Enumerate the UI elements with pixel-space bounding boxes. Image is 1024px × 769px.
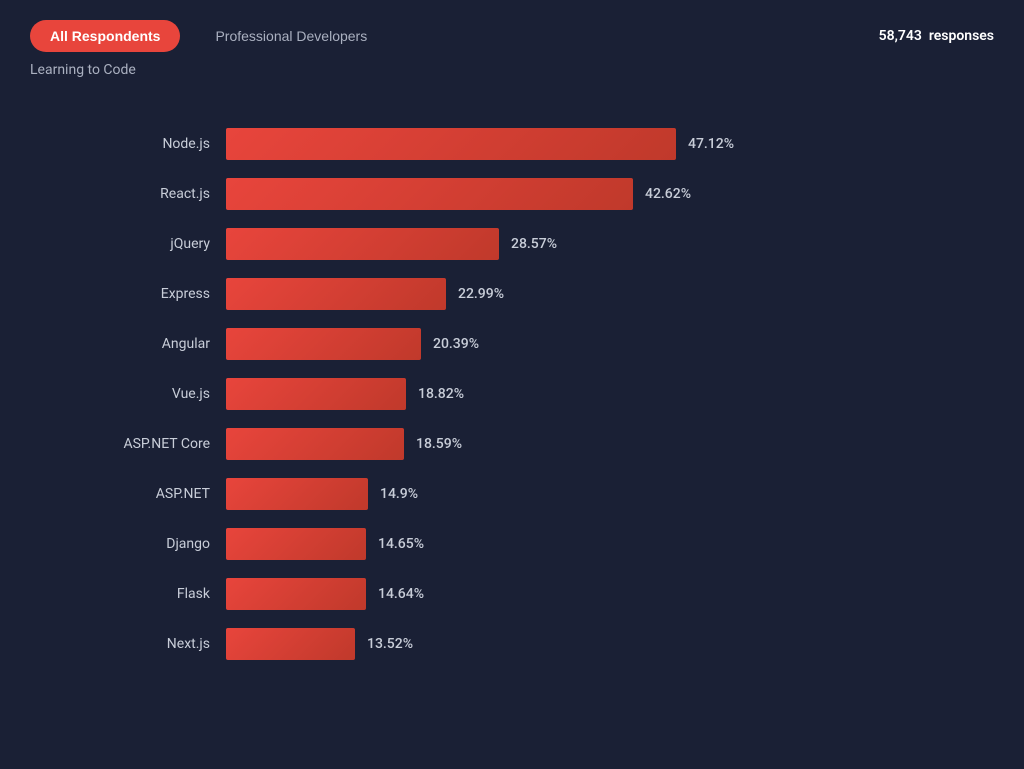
bar-chart: Node.js 47.12% React.js 42.62% jQuery 28.57% E… bbox=[30, 128, 994, 660]
header: All Respondents Professional Developers … bbox=[30, 20, 994, 52]
responses-count: 58,743 responses bbox=[879, 28, 994, 44]
bar-wrapper: 14.64% bbox=[226, 578, 934, 610]
bar-fill bbox=[226, 128, 676, 160]
bar-value: 20.39% bbox=[433, 336, 479, 352]
professional-developers-tab[interactable]: Professional Developers bbox=[210, 20, 372, 52]
app-container: All Respondents Professional Developers … bbox=[30, 20, 994, 660]
bar-value: 47.12% bbox=[688, 136, 734, 152]
bar-label: Vue.js bbox=[90, 386, 210, 402]
bar-fill bbox=[226, 478, 368, 510]
bar-fill bbox=[226, 428, 404, 460]
bar-wrapper: 14.65% bbox=[226, 528, 934, 560]
bar-value: 14.9% bbox=[380, 486, 418, 502]
chart-row: Django 14.65% bbox=[90, 528, 934, 560]
chart-row: jQuery 28.57% bbox=[90, 228, 934, 260]
bar-wrapper: 42.62% bbox=[226, 178, 934, 210]
bar-fill bbox=[226, 578, 366, 610]
bar-fill bbox=[226, 278, 446, 310]
bar-fill bbox=[226, 528, 366, 560]
bar-wrapper: 18.82% bbox=[226, 378, 934, 410]
bar-fill bbox=[226, 328, 421, 360]
responses-label: responses bbox=[929, 28, 994, 44]
subtitle: Learning to Code bbox=[30, 62, 994, 78]
bar-value: 13.52% bbox=[367, 636, 413, 652]
bar-label: Express bbox=[90, 286, 210, 302]
all-respondents-tab[interactable]: All Respondents bbox=[30, 20, 180, 52]
bar-label: Flask bbox=[90, 586, 210, 602]
bar-value: 14.64% bbox=[378, 586, 424, 602]
bar-value: 18.59% bbox=[416, 436, 462, 452]
bar-fill bbox=[226, 178, 633, 210]
bar-wrapper: 28.57% bbox=[226, 228, 934, 260]
bar-label: ASP.NET bbox=[90, 486, 210, 502]
bar-wrapper: 20.39% bbox=[226, 328, 934, 360]
bar-value: 28.57% bbox=[511, 236, 557, 252]
responses-number: 58,743 bbox=[879, 28, 922, 44]
chart-row: React.js 42.62% bbox=[90, 178, 934, 210]
bar-label: Next.js bbox=[90, 636, 210, 652]
chart-row: ASP.NET 14.9% bbox=[90, 478, 934, 510]
bar-wrapper: 14.9% bbox=[226, 478, 934, 510]
bar-label: ASP.NET Core bbox=[90, 436, 210, 452]
bar-value: 14.65% bbox=[378, 536, 424, 552]
bar-wrapper: 47.12% bbox=[226, 128, 934, 160]
chart-row: Vue.js 18.82% bbox=[90, 378, 934, 410]
chart-row: Express 22.99% bbox=[90, 278, 934, 310]
chart-row: Node.js 47.12% bbox=[90, 128, 934, 160]
bar-wrapper: 13.52% bbox=[226, 628, 934, 660]
chart-row: Angular 20.39% bbox=[90, 328, 934, 360]
bar-fill bbox=[226, 378, 406, 410]
bar-value: 18.82% bbox=[418, 386, 464, 402]
chart-row: Flask 14.64% bbox=[90, 578, 934, 610]
bar-label: React.js bbox=[90, 186, 210, 202]
bar-label: jQuery bbox=[90, 236, 210, 252]
bar-fill bbox=[226, 628, 355, 660]
bar-value: 42.62% bbox=[645, 186, 691, 202]
bar-label: Angular bbox=[90, 336, 210, 352]
header-tabs: All Respondents Professional Developers bbox=[30, 20, 372, 52]
bar-fill bbox=[226, 228, 499, 260]
chart-row: ASP.NET Core 18.59% bbox=[90, 428, 934, 460]
bar-label: Node.js bbox=[90, 136, 210, 152]
bar-wrapper: 22.99% bbox=[226, 278, 934, 310]
bar-wrapper: 18.59% bbox=[226, 428, 934, 460]
bar-label: Django bbox=[90, 536, 210, 552]
chart-row: Next.js 13.52% bbox=[90, 628, 934, 660]
bar-value: 22.99% bbox=[458, 286, 504, 302]
